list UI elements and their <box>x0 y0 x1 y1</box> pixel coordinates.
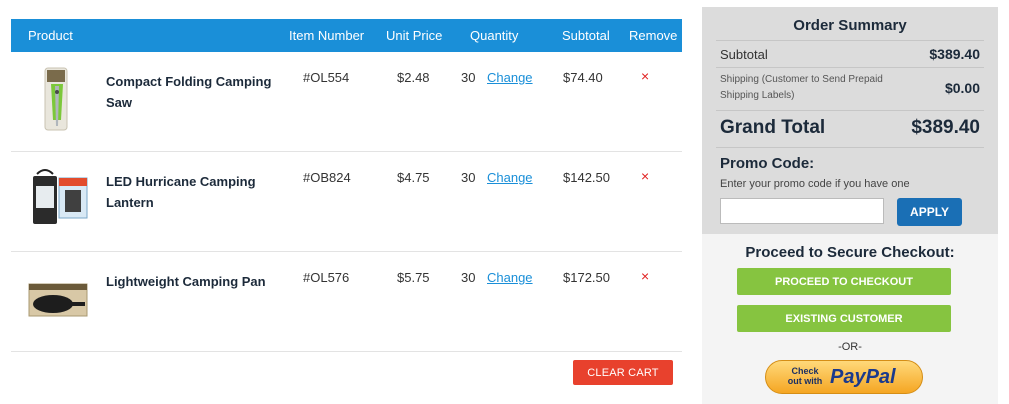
shipping-label: Shipping (Customer to Send Prepaid Shipp… <box>720 74 883 101</box>
paypal-caption: Check out with <box>787 366 823 386</box>
remove-item-icon[interactable]: × <box>641 68 649 84</box>
product-name[interactable]: LED Hurricane Camping Lantern <box>106 171 296 213</box>
header-product: Product <box>28 28 73 43</box>
promo-code-title: Promo Code: <box>720 155 815 172</box>
change-quantity-link[interactable]: Change <box>487 170 533 185</box>
item-number: #OL554 <box>303 70 350 85</box>
paypal-checkout-button[interactable]: Check out with PayPal <box>765 360 923 394</box>
promo-code-input[interactable] <box>720 198 884 224</box>
order-summary: Order Summary Subtotal $389.40 Shipping … <box>702 7 998 234</box>
clear-cart-button[interactable]: CLEAR CART <box>573 360 673 385</box>
checkout-title: Proceed to Secure Checkout: <box>745 244 955 261</box>
cart-row: Compact Folding Camping Saw #OL554 $2.48… <box>11 52 682 152</box>
change-quantity-link[interactable]: Change <box>487 270 533 285</box>
or-separator: -OR- <box>838 341 862 353</box>
item-number: #OB824 <box>303 170 351 185</box>
checkout-panel: Proceed to Secure Checkout: PROCEED TO C… <box>702 234 998 404</box>
folding-saw-icon[interactable] <box>25 66 91 132</box>
divider <box>716 40 984 41</box>
unit-price: $5.75 <box>397 270 430 285</box>
proceed-to-checkout-button[interactable]: PROCEED TO CHECKOUT <box>737 268 951 295</box>
cart-header: Product Item Number Unit Price Quantity … <box>11 19 682 52</box>
change-quantity-link[interactable]: Change <box>487 70 533 85</box>
row-subtotal: $74.40 <box>563 70 603 85</box>
quantity-value: 30 <box>461 170 476 185</box>
shipping-value: $0.00 <box>944 80 980 96</box>
paypal-logo: PayPal <box>830 366 896 388</box>
subtotal-value: $389.40 <box>929 46 980 62</box>
header-quantity: Quantity <box>470 28 519 43</box>
header-item-number: Item Number <box>289 28 365 43</box>
header-subtotal: Subtotal <box>562 28 610 43</box>
grand-total-label: Grand Total <box>720 117 826 138</box>
quantity-value: 30 <box>461 270 476 285</box>
summary-title: Order Summary <box>793 17 907 34</box>
unit-price: $2.48 <box>397 70 430 85</box>
grand-total-value: $389.40 <box>911 117 980 138</box>
divider <box>716 67 984 68</box>
unit-price: $4.75 <box>397 170 430 185</box>
remove-item-icon[interactable]: × <box>641 268 649 284</box>
row-subtotal: $142.50 <box>563 170 610 185</box>
cart-row: Lightweight Camping Pan #OL576 $5.75 30 … <box>11 252 682 352</box>
divider <box>716 147 984 148</box>
product-name[interactable]: Lightweight Camping Pan <box>106 271 296 292</box>
header-remove: Remove <box>629 28 678 43</box>
promo-code-description: Enter your promo code if you have one <box>720 178 910 190</box>
quantity-value: 30 <box>461 70 476 85</box>
apply-promo-button[interactable]: APPLY <box>897 198 962 226</box>
lantern-icon[interactable] <box>25 166 91 232</box>
pan-icon[interactable] <box>25 266 91 332</box>
cart-table: Product Item Number Unit Price Quantity … <box>11 19 682 404</box>
product-name[interactable]: Compact Folding Camping Saw <box>106 71 296 113</box>
existing-customer-button[interactable]: EXISTING CUSTOMER <box>737 305 951 332</box>
divider <box>716 110 984 111</box>
remove-item-icon[interactable]: × <box>641 168 649 184</box>
subtotal-label: Subtotal <box>720 47 768 62</box>
item-number: #OL576 <box>303 270 350 285</box>
row-subtotal: $172.50 <box>563 270 610 285</box>
cart-row: LED Hurricane Camping Lantern #OB824 $4.… <box>11 152 682 252</box>
header-unit-price: Unit Price <box>386 28 443 43</box>
